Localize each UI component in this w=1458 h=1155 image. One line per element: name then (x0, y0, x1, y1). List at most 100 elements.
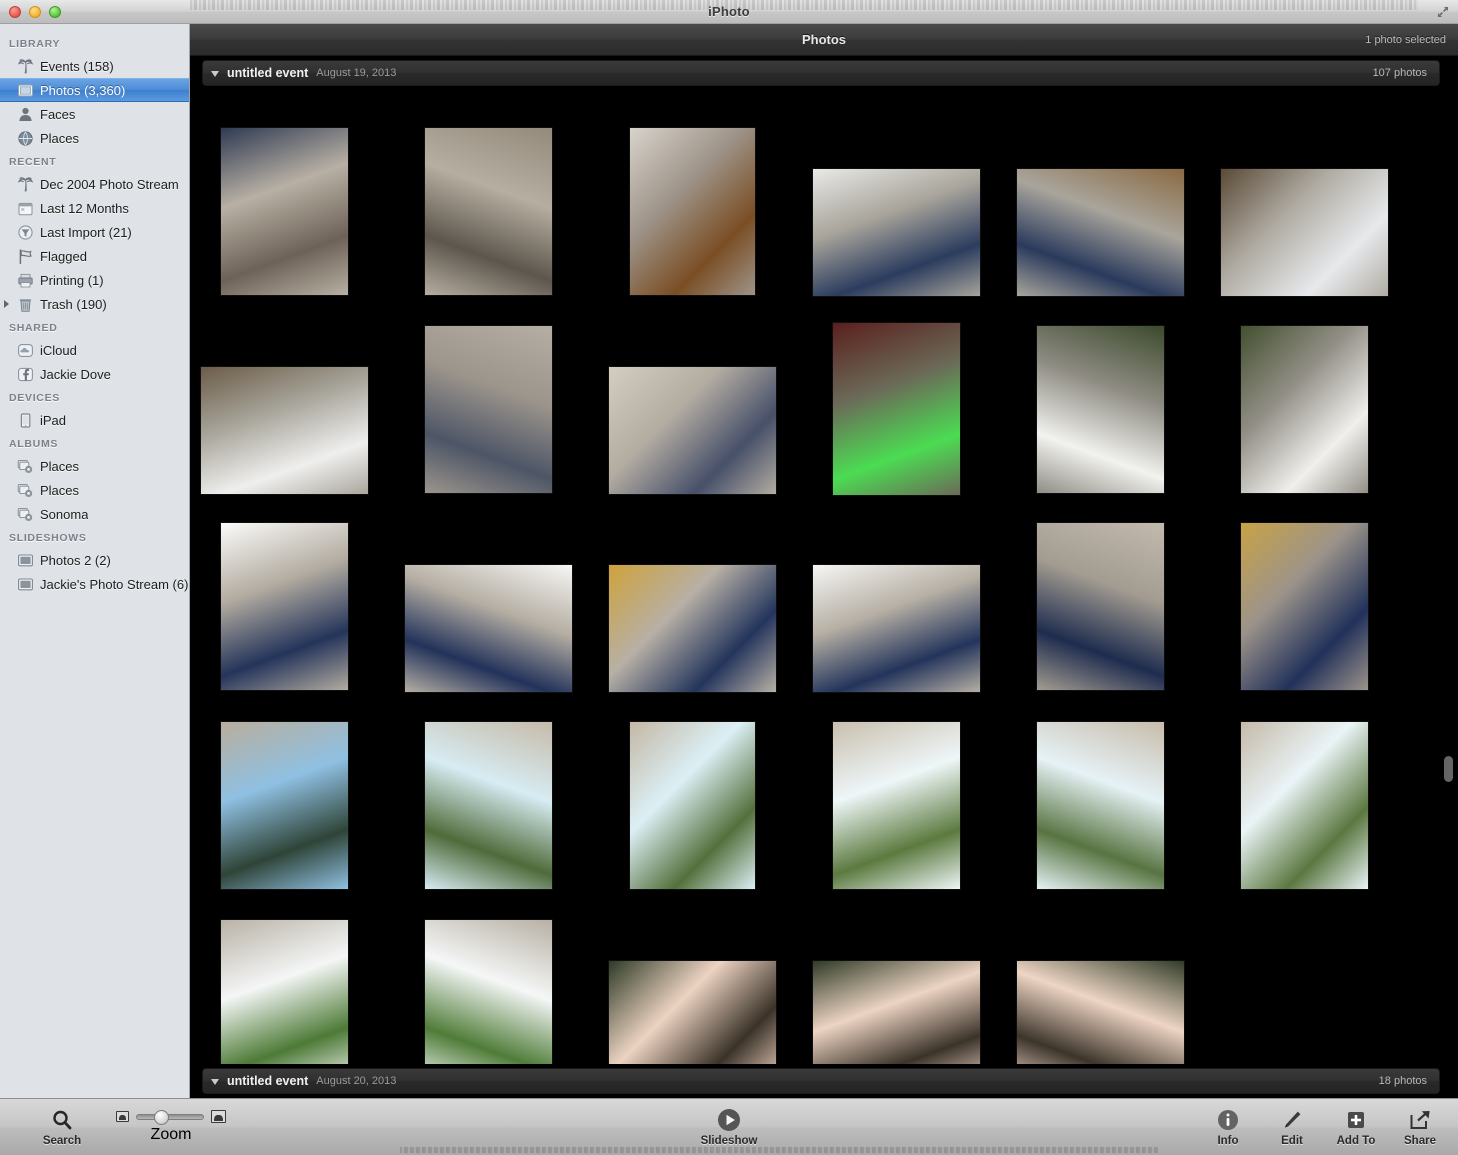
fullscreen-expand-icon[interactable] (1432, 2, 1454, 22)
disclosure-triangle-icon[interactable] (211, 70, 219, 77)
window-titlebar: iPhoto (0, 0, 1458, 24)
play-circle-icon (717, 1107, 741, 1133)
globe-icon (16, 129, 34, 147)
info-button[interactable]: Info (1206, 1107, 1250, 1147)
sidebar-item-last-12-months[interactable]: Last 12 Months (0, 196, 189, 220)
zoom-slider-knob[interactable] (154, 1109, 169, 1125)
photo-thumbnail[interactable] (1241, 326, 1368, 493)
photo-thumbnail[interactable] (833, 722, 960, 889)
photo-thumbnail[interactable] (425, 128, 552, 295)
add-to-label: Add To (1336, 1135, 1376, 1147)
sidebar-item-label: Jackie Dove (40, 366, 111, 382)
sidebar-item-places[interactable]: Places (0, 478, 189, 502)
info-circle-icon (1217, 1107, 1239, 1133)
search-label: Search (42, 1135, 82, 1147)
disclosure-triangle-icon[interactable] (4, 300, 9, 308)
screenshot-bleed-artifact-bottom (400, 1147, 1158, 1153)
sidebar-item-label: Printing (1) (40, 272, 104, 288)
disclosure-triangle-icon[interactable] (211, 1078, 219, 1085)
sidebar-item-faces[interactable]: Faces (0, 102, 189, 126)
photo-thumbnail[interactable] (813, 169, 980, 296)
sidebar-item-jackie-s-photo-stream-6[interactable]: Jackie's Photo Stream (6) (0, 572, 189, 596)
sidebar-item-ipad[interactable]: iPad (0, 408, 189, 432)
photo-thumbnail[interactable] (609, 367, 776, 494)
sidebar-item-icloud[interactable]: iCloud (0, 338, 189, 362)
slideshow-label: Slideshow (700, 1135, 758, 1147)
photo-thumbnail[interactable] (1037, 523, 1164, 690)
photo-thumbnail[interactable] (1017, 169, 1184, 296)
zoom-label: Zoom (150, 1126, 192, 1143)
sidebar-item-events-158[interactable]: Events (158) (0, 54, 189, 78)
photo-thumbnail[interactable] (609, 565, 776, 692)
sidebar-item-printing-1[interactable]: Printing (1) (0, 268, 189, 292)
bottom-event-dock: untitled event August 20, 2013 18 photos (190, 1064, 1458, 1098)
photo-thumbnail[interactable] (425, 722, 552, 889)
sidebar-item-jackie-dove[interactable]: Jackie Dove (0, 362, 189, 386)
add-to-button[interactable]: Add To (1334, 1107, 1378, 1147)
photo-thumbnail[interactable] (1037, 326, 1164, 493)
magnifier-icon (51, 1107, 73, 1133)
photo-thumbnail[interactable] (425, 920, 552, 1087)
photo-thumbnail[interactable] (813, 565, 980, 692)
vertical-scrollbar[interactable] (1442, 92, 1455, 1092)
sidebar-item-trash-190[interactable]: Trash (190) (0, 292, 189, 316)
event-header-row[interactable]: untitled event August 20, 2013 18 photos (202, 1068, 1440, 1094)
sidebar-item-photos-3-360[interactable]: Photos (3,360) (0, 78, 189, 102)
sidebar-item-photos-2-2[interactable]: Photos 2 (2) (0, 548, 189, 572)
sidebar-group-title-library: LIBRARY (9, 38, 61, 50)
sidebar-item-last-import-21[interactable]: Last Import (21) (0, 220, 189, 244)
sidebar-item-label: Places (40, 130, 80, 146)
slideshow-icon (16, 551, 34, 569)
photo-thumbnail[interactable] (221, 920, 348, 1087)
photo-thumbnail[interactable] (1037, 722, 1164, 889)
sidebar-item-label: Photos 2 (2) (40, 552, 111, 568)
photo-thumbnail[interactable] (221, 128, 348, 295)
pencil-icon (1281, 1107, 1303, 1133)
person-icon (16, 105, 34, 123)
photo-thumbnail[interactable] (1241, 523, 1368, 690)
search-button[interactable]: Search (40, 1107, 84, 1147)
photo-thumbnail[interactable] (201, 367, 368, 494)
sidebar-item-label: Flagged (40, 248, 87, 264)
flag-icon (16, 247, 34, 265)
sidebar-item-flagged[interactable]: Flagged (0, 244, 189, 268)
sidebar-item-label: Jackie's Photo Stream (6) (40, 576, 189, 592)
share-button[interactable]: Share (1398, 1107, 1442, 1147)
sidebar[interactable]: LIBRARY Events (158) Photos (3,360) Faces Pl… (0, 24, 190, 1098)
photo-thumbnail[interactable] (425, 326, 552, 493)
slideshow-button[interactable]: Slideshow (700, 1107, 758, 1147)
photo-thumbnail[interactable] (833, 323, 960, 495)
plus-square-icon (1345, 1107, 1367, 1133)
photo-thumbnail[interactable] (221, 523, 348, 690)
share-arrow-icon (1408, 1107, 1432, 1133)
photo-thumbnail[interactable] (630, 722, 755, 889)
photo-thumbnail[interactable] (405, 565, 572, 692)
zoom-slider[interactable] (136, 1109, 204, 1125)
sidebar-item-sonoma[interactable]: Sonoma (0, 502, 189, 526)
scrollbar-thumb[interactable] (1444, 756, 1453, 782)
sidebar-item-places[interactable]: Places (0, 126, 189, 150)
sidebar-item-places[interactable]: Places (0, 454, 189, 478)
event-title[interactable]: untitled event (227, 66, 308, 80)
photo-scroll-area[interactable]: untitled event August 19, 2013 107 photo… (190, 56, 1458, 1098)
sidebar-item-label: Events (158) (40, 58, 114, 74)
photo-thumbnail[interactable] (221, 722, 348, 889)
main-header: Photos 1 photo selected (190, 24, 1458, 56)
photo-thumbnail[interactable] (1221, 169, 1388, 296)
event-photo-count: 18 photos (1378, 1075, 1427, 1087)
cloud-icon (16, 341, 34, 359)
smart-album-icon (16, 481, 34, 499)
event-title[interactable]: untitled event (227, 1074, 308, 1088)
event-header-row[interactable]: untitled event August 19, 2013 107 photo… (202, 60, 1440, 86)
large-thumbnail-icon[interactable] (211, 1110, 226, 1123)
sidebar-group-title-recent: RECENT (9, 156, 57, 168)
edit-button[interactable]: Edit (1270, 1107, 1314, 1147)
sidebar-item-dec-2004-photo-stream[interactable]: Dec 2004 Photo Stream (0, 172, 189, 196)
photo-thumbnail[interactable] (1241, 722, 1368, 889)
zoom-control[interactable]: Zoom (116, 1109, 226, 1144)
photo-thumbnail[interactable] (630, 128, 755, 295)
small-thumbnail-icon[interactable] (116, 1111, 129, 1122)
selection-status: 1 photo selected (1365, 33, 1446, 46)
sidebar-item-label: Faces (40, 106, 76, 122)
sidebar-item-label: Dec 2004 Photo Stream (40, 176, 179, 192)
